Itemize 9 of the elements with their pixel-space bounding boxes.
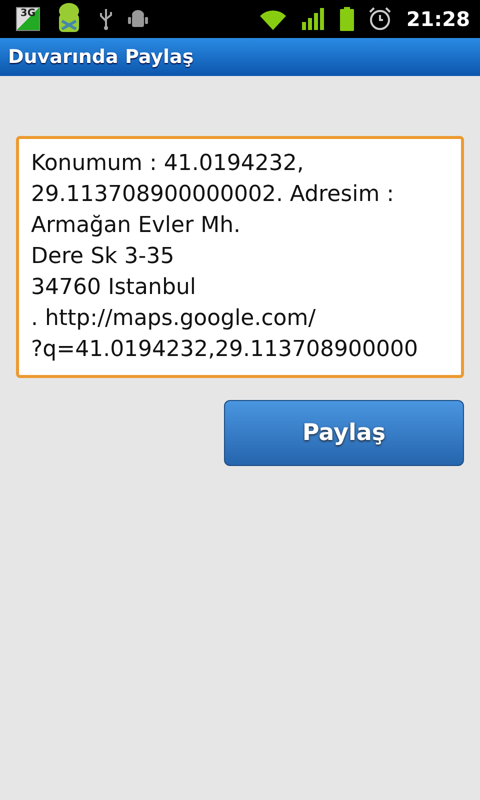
message-field[interactable]: Konumum : 41.0194232, 29.113708900000002. Adresim : Armağan Evler Mh. Dere Sk 3-35 34760 Istanbul . http://maps.google.com/ ?q=41.0194232,29.113708900000 [16, 136, 464, 378]
battery-icon [340, 7, 354, 31]
clock-time: 21:28 [406, 7, 470, 31]
alarm-icon [368, 7, 392, 31]
share-button[interactable]: Paylaş [224, 400, 464, 466]
bug-icon [128, 8, 148, 30]
signal-icon [302, 8, 326, 30]
usb-icon [98, 7, 114, 31]
window-title: Duvarında Paylaş [8, 46, 194, 68]
